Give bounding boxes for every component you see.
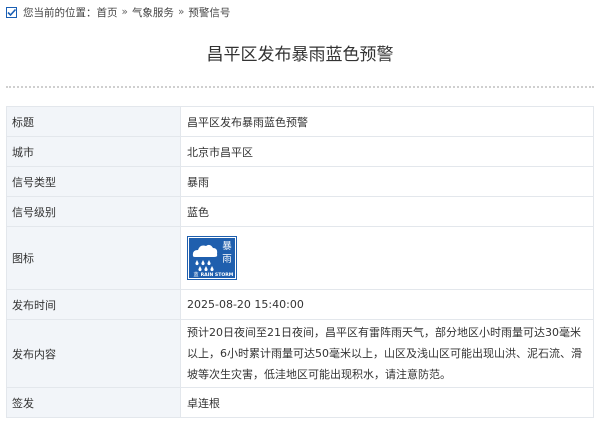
breadcrumb-separator: » — [121, 6, 128, 18]
row-label-signal-level: 信号级别 — [6, 196, 181, 227]
icon-char-top: 暴 — [222, 241, 232, 252]
table-row: 签发 卓连根 — [6, 387, 594, 418]
warning-info-table: 标题 昌平区发布暴雨蓝色预警 城市 北京市昌平区 信号类型 暴雨 信号级别 蓝色… — [6, 106, 594, 418]
row-label-city: 城市 — [6, 136, 181, 167]
breadcrumb-home-link[interactable]: 首页 — [97, 5, 118, 20]
row-label-signal-type: 信号类型 — [6, 166, 181, 197]
table-row: 图标 暴 雨 蓝 RAIN STORM — [6, 226, 594, 290]
breadcrumb: 您当前的位置： 首页 » 气象服务 » 预警信号 — [6, 4, 230, 20]
table-row: 城市 北京市昌平区 — [6, 136, 594, 167]
row-label-content: 发布内容 — [6, 319, 181, 388]
checkbox-icon — [6, 6, 17, 18]
row-value-signal-type: 暴雨 — [180, 166, 594, 197]
icon-caption: RAIN STORM — [201, 272, 234, 278]
row-label-issuer: 签发 — [6, 387, 181, 418]
row-value-signal-level: 蓝色 — [180, 196, 594, 227]
row-label-title: 标题 — [6, 106, 181, 137]
row-value-city: 北京市昌平区 — [180, 136, 594, 167]
table-row: 标题 昌平区发布暴雨蓝色预警 — [6, 106, 594, 137]
row-value-content: 预计20日夜间至21日夜间，昌平区有雷阵雨天气，部分地区小时雨量可达30毫米以上… — [180, 319, 594, 388]
icon-char-small: 蓝 — [193, 271, 198, 278]
table-row: 信号级别 蓝色 — [6, 196, 594, 227]
title-divider — [6, 86, 594, 88]
row-label-publish-time: 发布时间 — [6, 289, 181, 320]
row-value-publish-time: 2025-08-20 15:40:00 — [180, 289, 594, 320]
rainstorm-blue-warning-icon: 暴 雨 蓝 RAIN STORM — [187, 236, 237, 280]
icon-char-mid: 雨 — [222, 254, 232, 265]
breadcrumb-separator: » — [177, 6, 185, 18]
row-value-issuer: 卓连根 — [180, 387, 594, 418]
row-value-icon: 暴 雨 蓝 RAIN STORM — [180, 226, 594, 290]
breadcrumb-warning-signal-link[interactable]: 预警信号 — [188, 5, 230, 20]
breadcrumb-weather-service-link[interactable]: 气象服务 — [132, 5, 174, 20]
row-value-title: 昌平区发布暴雨蓝色预警 — [180, 106, 594, 137]
row-label-icon: 图标 — [6, 226, 181, 290]
table-row: 发布内容 预计20日夜间至21日夜间，昌平区有雷阵雨天气，部分地区小时雨量可达3… — [6, 319, 594, 388]
page-title: 昌平区发布暴雨蓝色预警 — [206, 45, 394, 65]
table-row: 发布时间 2025-08-20 15:40:00 — [6, 289, 594, 320]
table-row: 信号类型 暴雨 — [6, 166, 594, 197]
breadcrumb-prefix: 您当前的位置： — [23, 6, 97, 19]
